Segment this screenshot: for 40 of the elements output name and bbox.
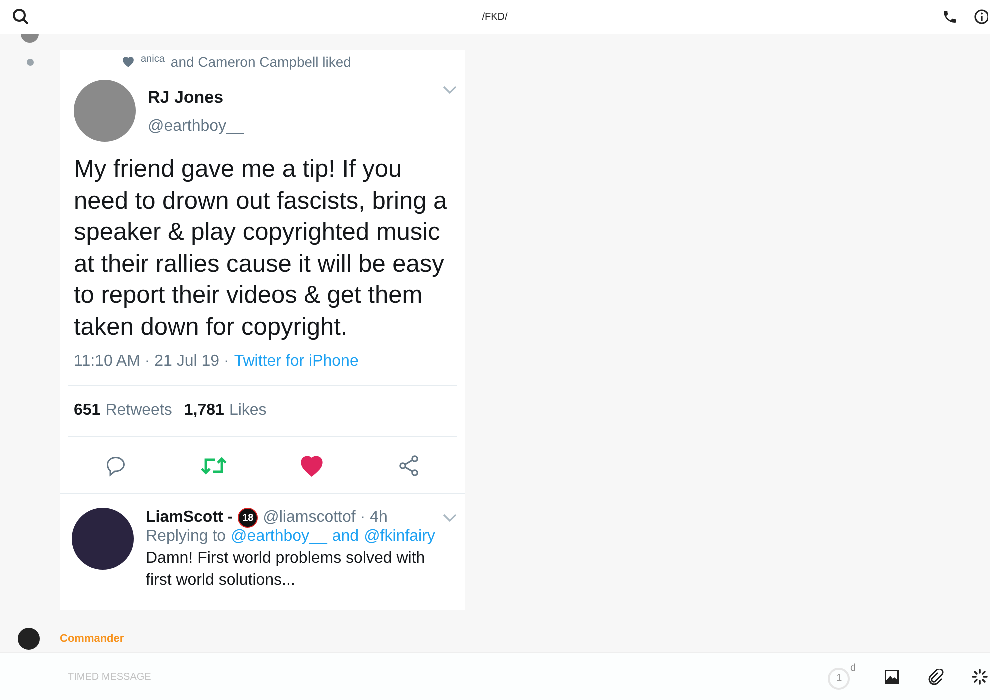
- retweets-label: Retweets: [106, 402, 172, 420]
- author-name: RJ Jones: [148, 88, 225, 108]
- info-button[interactable]: [974, 9, 988, 25]
- tweet-source: Twitter for iPhone: [234, 353, 359, 371]
- image-icon: [884, 669, 900, 685]
- tweet-text: My friend gave me a tip! If you need to drown out fascists, bring a speaker & play copyrighted music at their rallies cause it will be easy to report their videos & get them taken down for copyright.: [73, 155, 448, 342]
- likes-label: Likes: [229, 402, 267, 420]
- reply-handle-time: @liamscottof · 4h: [263, 509, 388, 527]
- chevron-down-icon: [443, 514, 457, 522]
- liked-by-text: and Cameron Campbell liked: [170, 54, 352, 70]
- call-button[interactable]: [942, 9, 958, 25]
- phone-icon: [942, 9, 958, 25]
- search-button[interactable]: [12, 8, 30, 26]
- retweet-count: 651: [74, 402, 101, 420]
- chat-title: /FKD/: [482, 12, 508, 22]
- like-count: 1,781: [184, 402, 224, 420]
- share-icon: [398, 455, 420, 477]
- avatar: [18, 628, 40, 650]
- reply-author-name: LiamScott -: [146, 509, 234, 527]
- tweet-time: 11:10 AM · 21 Jul 19 ·: [74, 353, 230, 371]
- status-dot: [26, 59, 34, 66]
- reply-text: Damn! First world problems solved with first world solutions...: [146, 549, 426, 591]
- age-badge: 18: [238, 508, 258, 528]
- info-icon: [974, 9, 988, 25]
- image-button[interactable]: [884, 669, 900, 685]
- replying-to-label: Replying to: [146, 528, 226, 546]
- avatar: [21, 34, 39, 43]
- message-input[interactable]: TIMED MESSAGE: [66, 670, 828, 684]
- author-handle: @earthboy__: [148, 118, 244, 136]
- paperclip-icon: [928, 669, 944, 685]
- attach-button[interactable]: [928, 669, 944, 685]
- comment-icon: [104, 455, 127, 477]
- search-icon: [12, 8, 30, 26]
- chevron-down-icon: [443, 86, 457, 94]
- spinner-icon: [972, 669, 988, 685]
- conjunction-text: and: [332, 528, 360, 546]
- liked-by-name: anica: [141, 54, 165, 65]
- loading-button[interactable]: [972, 669, 988, 685]
- heart-icon: [122, 56, 135, 68]
- sender-name: Commander: [60, 633, 124, 645]
